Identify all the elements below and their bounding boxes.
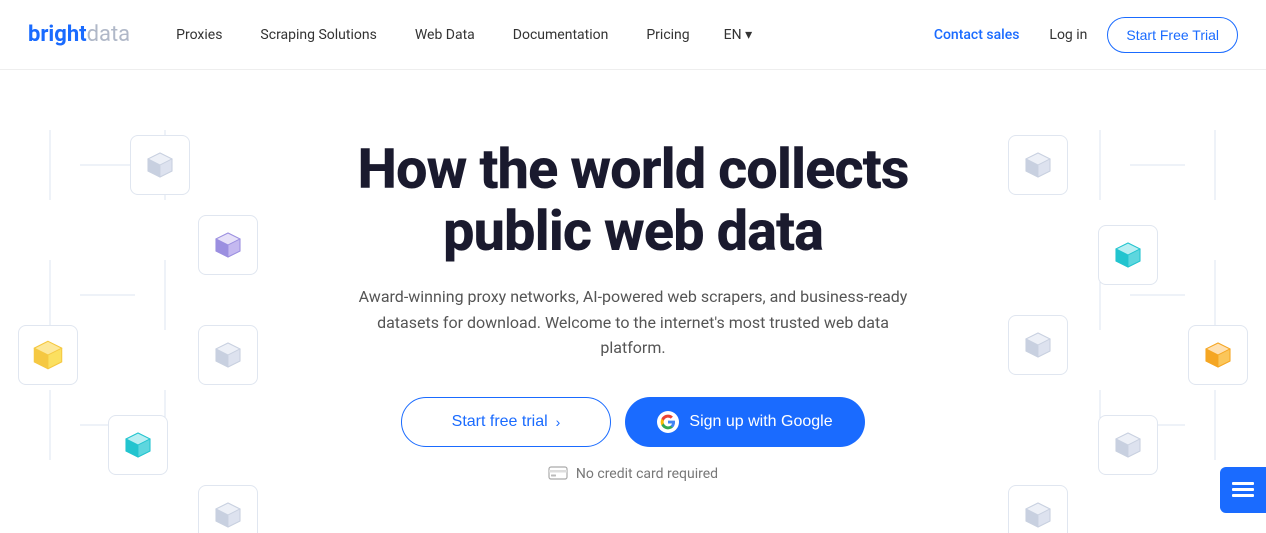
hero-content: How the world collects public web data A…	[353, 139, 913, 484]
cube-cyan-left	[108, 415, 168, 475]
nav-contact-sales[interactable]: Contact sales	[924, 19, 1030, 51]
nav-login[interactable]: Log in	[1039, 19, 1097, 51]
hero-buttons: Start free trial › Sign up with Google	[353, 397, 913, 447]
blue-badge	[1220, 467, 1266, 513]
hero-title: How the world collects public web data	[353, 139, 913, 262]
cube-gray-l3	[198, 485, 258, 533]
nav-links: Proxies Scraping Solutions Web Data Docu…	[162, 19, 924, 51]
cube-yellow-left	[18, 325, 78, 385]
logo-bright: bright	[28, 22, 87, 47]
cube-cyan-right	[1098, 225, 1158, 285]
cube-gray-l2	[198, 325, 258, 385]
nav-pricing[interactable]: Pricing	[632, 19, 703, 51]
chevron-icon: ›	[556, 414, 561, 430]
nav-proxies[interactable]: Proxies	[162, 19, 236, 51]
nav-language[interactable]: EN ▾	[714, 19, 762, 51]
cube-orange-right	[1188, 325, 1248, 385]
logo-data: data	[87, 22, 131, 47]
cube-purple-left	[198, 215, 258, 275]
nav-web-data[interactable]: Web Data	[401, 19, 489, 51]
nav-documentation[interactable]: Documentation	[499, 19, 623, 51]
logo[interactable]: bright data	[28, 22, 130, 47]
cube-gray-r1	[1008, 135, 1068, 195]
cube-gray-r4	[1008, 485, 1068, 533]
google-icon	[657, 411, 679, 433]
cube-gray-r3	[1098, 415, 1158, 475]
hero-section: How the world collects public web data A…	[0, 70, 1266, 533]
hero-subtitle: Award-winning proxy networks, AI-powered…	[353, 284, 913, 361]
cube-gray-r2	[1008, 315, 1068, 375]
no-credit-card: No credit card required	[353, 465, 913, 484]
sign-up-google-button[interactable]: Sign up with Google	[625, 397, 865, 447]
navbar: bright data Proxies Scraping Solutions W…	[0, 0, 1266, 70]
cube-gray-l1	[130, 135, 190, 195]
start-free-trial-button[interactable]: Start free trial ›	[401, 397, 611, 447]
nav-scraping-solutions[interactable]: Scraping Solutions	[246, 19, 390, 51]
nav-start-free-trial-button[interactable]: Start Free Trial	[1107, 17, 1238, 53]
nav-right: Contact sales Log in Start Free Trial	[924, 17, 1238, 53]
credit-card-icon	[548, 465, 568, 484]
